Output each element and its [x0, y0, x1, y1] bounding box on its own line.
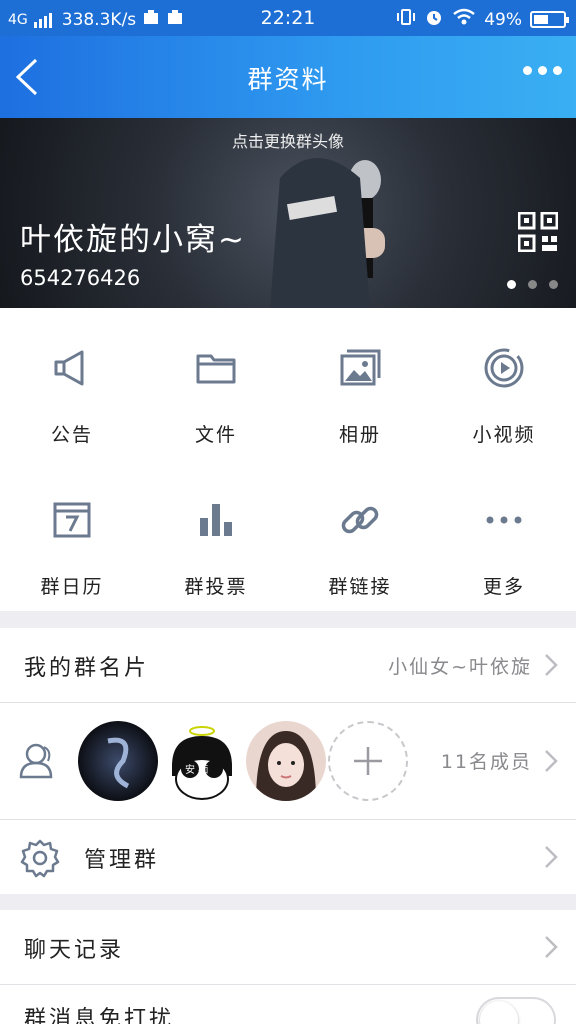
qr-code-icon[interactable] [517, 211, 559, 253]
feature-short-video[interactable]: 小视频 [432, 308, 576, 458]
photo-album-icon [340, 349, 381, 386]
status-bar: 4G 338.3K/s 22:21 49% [0, 0, 576, 36]
group-id: 654276426 [20, 266, 141, 290]
do-not-disturb-row: 群消息免打扰 [0, 985, 576, 1024]
members-icon [19, 743, 53, 779]
vibrate-icon [396, 7, 416, 32]
nav-bar: 群资料 [0, 36, 576, 118]
feature-label: 群投票 [184, 576, 248, 598]
chat-history-label: 聊天记录 [24, 938, 125, 963]
group-name: 叶依旋的小窝~ [20, 222, 246, 258]
manage-group-row[interactable]: 管理群 [0, 820, 576, 894]
manage-group-label: 管理群 [84, 848, 160, 873]
page-title: 群资料 [247, 65, 329, 94]
feature-label: 小视频 [472, 424, 536, 446]
avatar-badge-text: 安 痴 [185, 763, 208, 776]
chevron-right-icon [545, 750, 558, 772]
do-not-disturb-toggle[interactable] [476, 997, 556, 1024]
dot-icon [523, 66, 532, 75]
pager-dot [528, 280, 537, 289]
my-group-card-row[interactable]: 我的群名片 小仙女~叶依旋 [0, 628, 576, 702]
feature-label: 群日历 [40, 576, 104, 598]
members-row[interactable]: 安 痴 11名成员 [0, 703, 576, 819]
pager-dot [549, 280, 558, 289]
more-dots-icon [486, 516, 522, 524]
member-avatar[interactable]: 安 痴 [162, 721, 242, 801]
video-play-icon [484, 348, 524, 388]
feature-label: 文件 [194, 424, 237, 446]
member-avatar[interactable] [78, 721, 158, 801]
change-avatar-hint: 点击更换群头像 [231, 132, 344, 151]
gear-icon [20, 839, 60, 878]
battery-icon [530, 11, 569, 28]
my-group-card-value: 小仙女~叶依旋 [388, 656, 532, 678]
feature-link[interactable]: 群链接 [288, 460, 432, 610]
chevron-right-icon [545, 654, 558, 676]
pager-dot [507, 280, 516, 289]
link-icon [341, 506, 379, 534]
member-count: 11名成员 [440, 751, 532, 773]
my-group-card-label: 我的群名片 [24, 656, 150, 681]
megaphone-icon [54, 350, 84, 386]
banner-pager [507, 280, 558, 289]
chat-history-row[interactable]: 聊天记录 [0, 910, 576, 984]
chevron-right-icon [545, 846, 558, 868]
feature-label: 相册 [338, 424, 381, 446]
feature-files[interactable]: 文件 [144, 308, 288, 458]
feature-label: 公告 [50, 424, 93, 446]
feature-calendar[interactable]: 群日历 [0, 460, 144, 610]
alarm-icon [424, 7, 444, 32]
toggle-knob [480, 1001, 518, 1024]
feature-album[interactable]: 相册 [288, 308, 432, 458]
battery-percent: 49% [484, 9, 522, 30]
feature-more[interactable]: 更多 [432, 460, 576, 610]
calendar-icon [53, 502, 91, 538]
more-options-button[interactable] [523, 66, 562, 75]
wifi-icon [452, 8, 476, 31]
member-avatar[interactable] [246, 721, 326, 801]
chevron-right-icon [545, 936, 558, 958]
feature-announcement[interactable]: 公告 [0, 308, 144, 458]
feature-grid: 公告 文件 相册 小视频 群日历 群投票 群链接 更多 [0, 308, 576, 611]
folder-icon [196, 354, 236, 384]
feature-label: 群链接 [328, 576, 392, 598]
dot-icon [538, 66, 547, 75]
add-member-button[interactable] [328, 721, 408, 801]
plus-icon [354, 747, 382, 775]
feature-vote[interactable]: 群投票 [144, 460, 288, 610]
dot-icon [553, 66, 562, 75]
person-photo [270, 158, 370, 308]
feature-label: 更多 [482, 576, 525, 598]
group-banner[interactable]: 点击更换群头像 叶依旋的小窝~ 654276426 [0, 118, 576, 308]
bar-chart-icon [200, 504, 232, 536]
do-not-disturb-label: 群消息免打扰 [24, 1007, 175, 1024]
